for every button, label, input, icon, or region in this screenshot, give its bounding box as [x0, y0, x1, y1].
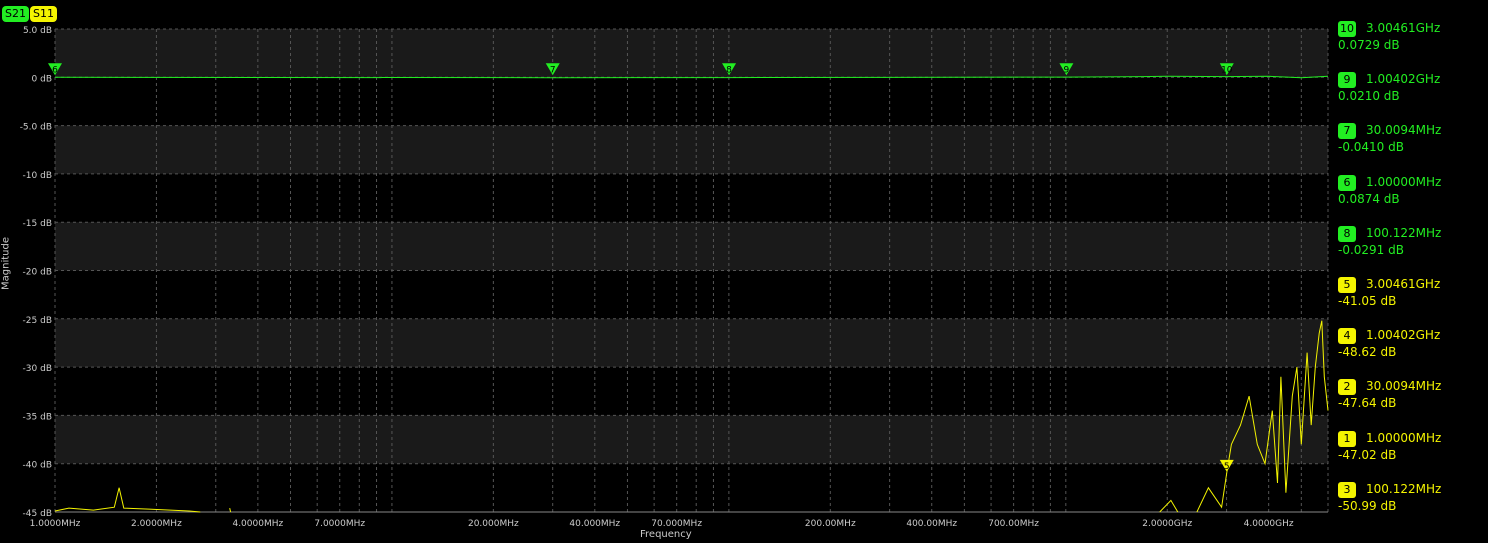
x-tick-label: 20.000MHz — [468, 519, 519, 529]
marker-value: -41.05 dB — [1338, 294, 1397, 308]
x-tick-label: 70.000MHz — [651, 519, 702, 529]
trace-badge-s21[interactable]: S21 — [2, 6, 29, 22]
marker-value: -47.02 dB — [1338, 447, 1397, 462]
marker-readout-3[interactable]: 3 100.122MHz -50.99 dB — [1338, 481, 1442, 533]
plot-band — [55, 77, 1328, 126]
x-axis-label: Frequency — [640, 529, 692, 540]
marker-number-badge: 8 — [1338, 225, 1356, 242]
marker-frequency: 1.00402GHz — [1366, 328, 1441, 343]
marker-value: 0.0729 dB — [1338, 38, 1400, 52]
plot-band — [55, 29, 1328, 78]
marker-number-badge: 5 — [1338, 277, 1356, 293]
y-tick-label: 0 dB — [32, 74, 52, 84]
marker-number-badge: 10 — [1338, 21, 1356, 37]
y-tick-label: -10 dB — [23, 171, 52, 181]
marker-readout-4[interactable]: 4 1.00402GHz -48.62 dB — [1338, 328, 1440, 379]
plot-band — [55, 367, 1328, 416]
marker-frequency: 1.00000MHz — [1366, 430, 1442, 445]
y-tick-label: -40 dB — [23, 461, 52, 471]
marker-frequency: 30.0094MHz — [1366, 123, 1442, 138]
plot-band — [55, 222, 1328, 271]
marker-number-badge: 1 — [1338, 430, 1356, 447]
plot-band — [55, 318, 1328, 368]
marker-frequency: 100.122MHz — [1366, 225, 1442, 240]
marker-readout-2[interactable]: 2 30.0094MHz -47.64 dB — [1338, 379, 1441, 430]
marker-number-badge: 2 — [1338, 379, 1356, 396]
chart-plot[interactable]: 5.0 dB 0 dB -5.0 dB -10 dB -15 dB -20 dB -25 d… — [0, 0, 1488, 543]
y-tick-label: -20 dB — [23, 268, 52, 278]
trace-marker-label: 8 — [726, 65, 732, 75]
marker-frequency: 1.00402GHz — [1366, 72, 1441, 87]
x-tick-label: 700.00MHz — [988, 519, 1039, 529]
x-tick-label: 4.0000GHz — [1244, 519, 1294, 529]
trace-marker-label: 7 — [550, 65, 556, 75]
marker-readout-5[interactable]: 5 3.00461GHz -41.05 dB — [1338, 277, 1440, 328]
x-tick-label: 7.0000MHz — [314, 519, 365, 529]
plot-band — [55, 463, 1328, 512]
trace-marker-label: 10 — [1221, 65, 1233, 75]
x-tick-label: 200.00MHz — [805, 519, 856, 529]
y-tick-label: -45 dB — [23, 509, 52, 519]
marker-number-badge: 7 — [1338, 123, 1356, 140]
plot-band — [55, 415, 1328, 464]
marker-value: 0.0874 dB — [1338, 191, 1400, 206]
marker-value: -48.62 dB — [1338, 345, 1397, 360]
plot-band — [55, 173, 1328, 223]
y-tick-label: -25 dB — [23, 316, 52, 326]
trace-marker-label: 9 — [1064, 65, 1070, 75]
x-tick-label: 400.00MHz — [906, 519, 957, 529]
marker-number-badge: 3 — [1338, 481, 1356, 498]
x-tick-label: 1.0000MHz — [30, 519, 81, 529]
marker-frequency: 100.122MHz — [1366, 481, 1442, 496]
marker-value: 0.0210 dB — [1338, 89, 1400, 104]
marker-value: -0.0291 dB — [1338, 242, 1404, 257]
y-tick-label: -35 dB — [23, 412, 52, 422]
y-tick-label: -15 dB — [23, 219, 52, 229]
marker-readout-8[interactable]: 8 100.122MHz -0.0291 dB — [1338, 225, 1442, 277]
marker-frequency: 3.00461GHz — [1366, 21, 1441, 35]
marker-readout-7[interactable]: 7 30.0094MHz -0.0410 dB — [1338, 123, 1441, 174]
marker-readout-10[interactable]: 10 3.00461GHz 0.0729 dB — [1338, 21, 1440, 72]
trace-badge-s11[interactable]: S11 — [30, 6, 57, 22]
marker-frequency: 1.00000MHz — [1366, 174, 1442, 189]
marker-value: -50.99 dB — [1338, 498, 1397, 513]
marker-readout-6[interactable]: 6 1.00000MHz 0.0874 dB — [1338, 174, 1442, 226]
marker-value: -47.64 dB — [1338, 396, 1397, 411]
y-tick-label: -5.0 dB — [20, 123, 52, 133]
y-tick-label: -30 dB — [23, 364, 52, 374]
marker-readout-1[interactable]: 1 1.00000MHz -47.02 dB — [1338, 430, 1442, 482]
marker-number-badge: 4 — [1338, 328, 1356, 345]
x-tick-label: 40.000MHz — [569, 519, 620, 529]
trace-marker-label: 6 — [52, 65, 58, 75]
marker-number-badge: 6 — [1338, 174, 1356, 191]
plot-band — [55, 125, 1328, 174]
marker-number-badge: 9 — [1338, 72, 1356, 89]
marker-readout-9[interactable]: 9 1.00402GHz 0.0210 dB — [1338, 72, 1440, 123]
plot-band — [55, 270, 1328, 319]
x-tick-label: 2.0000MHz — [131, 519, 182, 529]
marker-frequency: 3.00461GHz — [1366, 277, 1441, 291]
trace-marker-label: 5 — [1224, 462, 1230, 472]
y-tick-label: 5.0 dB — [23, 26, 52, 36]
x-tick-label: 2.0000GHz — [1142, 519, 1192, 529]
marker-frequency: 30.0094MHz — [1366, 379, 1442, 394]
x-tick-label: 4.0000MHz — [232, 519, 283, 529]
y-axis-label: Magnitude — [0, 237, 12, 290]
marker-value: -0.0410 dB — [1338, 140, 1404, 155]
